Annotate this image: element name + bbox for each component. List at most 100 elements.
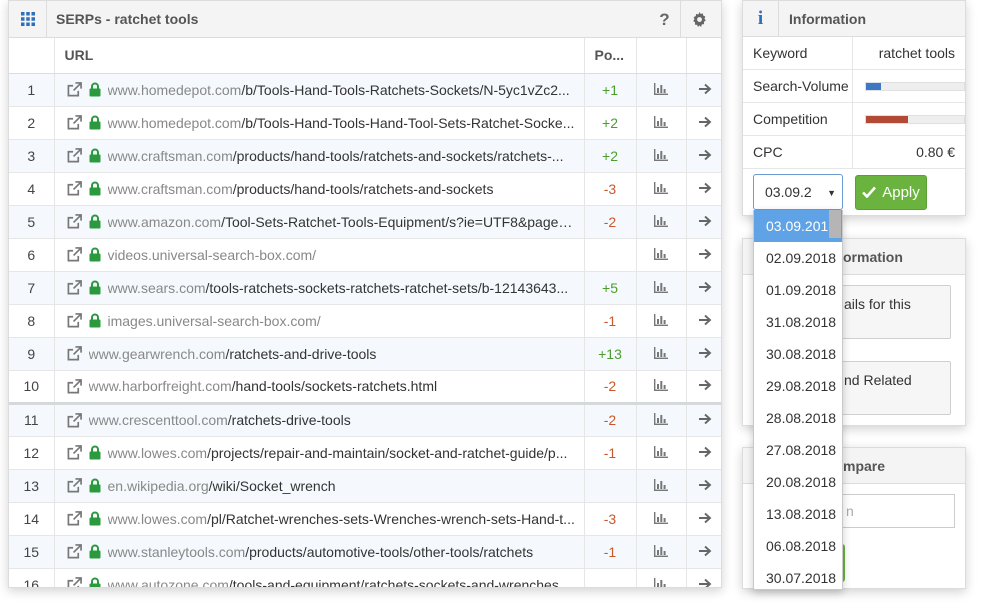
arrow-right-icon[interactable]	[686, 337, 721, 371]
url-link[interactable]: www.amazon.com/Tool-Sets-Ratchet-Tools-E…	[108, 214, 578, 230]
external-link-icon[interactable]	[67, 412, 85, 428]
arrow-right-icon[interactable]	[686, 568, 721, 587]
arrow-right-icon[interactable]	[686, 106, 721, 140]
date-option[interactable]: 30.08.2018	[754, 338, 842, 370]
arrow-right-icon[interactable]	[686, 436, 721, 470]
url-link[interactable]: www.crescenttool.com/ratchets-drive-tool…	[89, 412, 351, 428]
url-link[interactable]: www.craftsman.com/products/hand-tools/ra…	[108, 148, 564, 164]
bar-chart-icon[interactable]	[636, 271, 687, 305]
url-link[interactable]: www.lowes.com/pl/Ratchet-wrenches-sets-W…	[108, 511, 575, 527]
arrow-right-icon[interactable]	[686, 502, 721, 536]
date-option[interactable]: 28.08.2018	[754, 402, 842, 434]
table-row[interactable]: 7 www.sears.com/tools-ratchets-sockets-r…	[9, 271, 721, 305]
url-link[interactable]: www.harborfreight.com/hand-tools/sockets…	[89, 378, 438, 394]
external-link-icon[interactable]	[67, 280, 85, 295]
date-option[interactable]: 20.08.2018	[754, 466, 842, 498]
date-option[interactable]: 27.08.2018	[754, 434, 842, 466]
column-header-url[interactable]: URL	[54, 38, 585, 74]
bar-chart-icon[interactable]	[636, 238, 687, 272]
gear-icon[interactable]	[683, 1, 715, 38]
arrow-right-icon[interactable]	[686, 469, 721, 503]
url-link[interactable]: images.universal-search-box.com/	[108, 313, 321, 329]
external-link-icon[interactable]	[67, 313, 85, 328]
date-option[interactable]: 13.08.2018	[754, 498, 842, 530]
apply-button[interactable]: Apply	[855, 174, 927, 210]
column-header-position[interactable]: Po...	[584, 38, 637, 74]
table-row[interactable]: 4 www.craftsman.com/products/hand-tools/…	[9, 172, 721, 206]
external-link-icon[interactable]	[67, 247, 85, 262]
bar-chart-icon[interactable]	[636, 73, 687, 107]
external-link-icon[interactable]	[67, 445, 85, 460]
table-row[interactable]: 15 www.stanleytools.com/products/automot…	[9, 535, 721, 569]
external-link-icon[interactable]	[67, 115, 85, 130]
bar-chart-icon[interactable]	[636, 304, 687, 338]
bar-chart-icon[interactable]	[636, 370, 687, 404]
external-link-icon[interactable]	[67, 214, 85, 229]
bar-chart-icon[interactable]	[636, 172, 687, 206]
date-select[interactable]: 03.09.2 ▼	[753, 174, 843, 210]
dropdown-scrollbar[interactable]	[829, 210, 841, 238]
date-option[interactable]: 29.08.2018	[754, 370, 842, 402]
arrow-right-icon[interactable]	[686, 304, 721, 338]
bar-chart-icon[interactable]	[636, 106, 687, 140]
help-icon[interactable]: ?	[649, 1, 681, 38]
url-link[interactable]: en.wikipedia.org/wiki/Socket_wrench	[108, 478, 336, 494]
bar-chart-icon[interactable]	[636, 568, 687, 587]
bar-chart-icon[interactable]	[636, 337, 687, 371]
url-link[interactable]: videos.universal-search-box.com/	[108, 247, 317, 263]
bar-chart-icon[interactable]	[636, 502, 687, 536]
arrow-right-icon[interactable]	[686, 271, 721, 305]
table-row[interactable]: 16 www.autozone.com/tools-and-equipment/…	[9, 568, 721, 588]
arrow-right-icon[interactable]	[686, 238, 721, 272]
date-option[interactable]: 01.09.2018	[754, 274, 842, 306]
arrow-right-icon[interactable]	[686, 401, 721, 437]
table-row[interactable]: 5 www.amazon.com/Tool-Sets-Ratchet-Tools…	[9, 205, 721, 239]
arrow-right-icon[interactable]	[686, 205, 721, 239]
arrow-right-icon[interactable]	[686, 535, 721, 569]
external-link-icon[interactable]	[67, 544, 85, 559]
table-row[interactable]: 10 www.harborfreight.com/hand-tools/sock…	[9, 370, 721, 404]
url-link[interactable]: www.homedepot.com/b/Tools-Hand-Tools-Rat…	[108, 82, 570, 98]
arrow-right-icon[interactable]	[686, 73, 721, 107]
date-option[interactable]: 31.08.2018	[754, 306, 842, 338]
url-link[interactable]: www.autozone.com/tools-and-equipment/rat…	[108, 577, 571, 588]
url-link[interactable]: www.gearwrench.com/ratchets-and-drive-to…	[89, 346, 377, 362]
table-row[interactable]: 9 www.gearwrench.com/ratchets-and-drive-…	[9, 337, 721, 371]
external-link-icon[interactable]	[67, 82, 85, 97]
date-option[interactable]: 02.09.2018	[754, 242, 842, 274]
arrow-right-icon[interactable]	[686, 172, 721, 206]
bar-chart-icon[interactable]	[636, 535, 687, 569]
table-row[interactable]: 12 www.lowes.com/projects/repair-and-mai…	[9, 436, 721, 470]
arrow-right-icon[interactable]	[686, 370, 721, 404]
table-row[interactable]: 13 en.wikipedia.org/wiki/Socket_wrench	[9, 469, 721, 503]
bar-chart-icon[interactable]	[636, 139, 687, 173]
external-link-icon[interactable]	[67, 181, 85, 196]
url-link[interactable]: www.sears.com/tools-ratchets-sockets-rat…	[108, 280, 569, 296]
table-row[interactable]: 11 www.crescenttool.com/ratchets-drive-t…	[9, 401, 721, 437]
external-link-icon[interactable]	[67, 346, 85, 361]
table-row[interactable]: 3 www.craftsman.com/products/hand-tools/…	[9, 139, 721, 173]
bar-chart-icon[interactable]	[636, 436, 687, 470]
grid-icon[interactable]	[9, 1, 47, 38]
arrow-right-icon[interactable]	[686, 139, 721, 173]
external-link-icon[interactable]	[67, 577, 85, 587]
date-dropdown-list[interactable]: 03.09.2018 02.09.2018 01.09.2018 31.08.2018…	[753, 210, 843, 590]
bar-chart-icon[interactable]	[636, 205, 687, 239]
external-link-icon[interactable]	[67, 511, 85, 526]
table-row[interactable]: 8 images.universal-search-box.com/ -1	[9, 304, 721, 338]
table-row[interactable]: 6 videos.universal-search-box.com/	[9, 238, 721, 272]
url-link[interactable]: www.stanleytools.com/products/automotive…	[108, 544, 534, 560]
bar-chart-icon[interactable]	[636, 401, 687, 437]
url-link[interactable]: www.lowes.com/projects/repair-and-mainta…	[108, 445, 568, 461]
table-row[interactable]: 2 www.homedepot.com/b/Tools-Hand-Tools-H…	[9, 106, 721, 140]
external-link-icon[interactable]	[67, 378, 85, 394]
bar-chart-icon[interactable]	[636, 469, 687, 503]
url-link[interactable]: www.craftsman.com/products/hand-tools/ra…	[108, 181, 494, 197]
table-row[interactable]: 14 www.lowes.com/pl/Ratchet-wrenches-set…	[9, 502, 721, 536]
external-link-icon[interactable]	[67, 478, 85, 493]
external-link-icon[interactable]	[67, 148, 85, 163]
table-row[interactable]: 1 www.homedepot.com/b/Tools-Hand-Tools-R…	[9, 73, 721, 107]
date-option[interactable]: 30.07.2018	[754, 562, 842, 589]
date-option[interactable]: 06.08.2018	[754, 530, 842, 562]
url-link[interactable]: www.homedepot.com/b/Tools-Hand-Tools-Han…	[108, 115, 575, 131]
